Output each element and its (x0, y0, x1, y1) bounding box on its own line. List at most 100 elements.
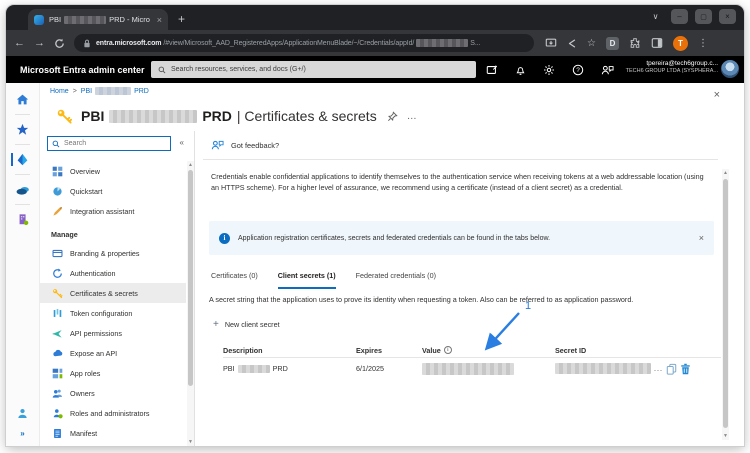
scroll-up-icon[interactable]: ▲ (722, 170, 729, 176)
sidebar-item-quickstart[interactable]: Quickstart (40, 181, 186, 201)
rail-entra-id-button[interactable] (6, 152, 39, 167)
page-title: PBI PRD | Certificates & secrets (81, 108, 377, 124)
scroll-down-icon[interactable]: ▼ (722, 433, 729, 439)
quickstart-icon (51, 186, 63, 197)
new-client-secret-button[interactable]: + New client secret (213, 319, 280, 330)
overview-icon (51, 166, 63, 177)
settings-gear-icon[interactable] (543, 64, 555, 76)
copy-icon[interactable] (666, 363, 677, 375)
banner-close-icon[interactable]: × (699, 233, 704, 243)
browser-tab[interactable]: PBI PRD - Micro × (28, 9, 168, 30)
account-tenant: TECH6 GROUP LTDA (SYSPHERA... (626, 68, 718, 75)
entra-favicon-icon (34, 15, 44, 25)
reload-icon[interactable] (54, 38, 65, 49)
breadcrumb-home-link[interactable]: Home (50, 88, 69, 95)
scrollbar-thumb[interactable] (723, 179, 728, 428)
back-icon[interactable]: ← (14, 38, 25, 49)
sidebar-item-manifest[interactable]: Manifest (40, 423, 186, 443)
blade-content: Got feedback? Credentials enable confide… (195, 131, 744, 446)
url-text: entra.microsoft.com/#view/Microsoft_AAD_… (96, 39, 480, 47)
global-search-input[interactable]: Search resources, services, and docs (G+… (151, 61, 476, 78)
sidebar-search-input[interactable]: Search (47, 136, 171, 151)
page-title-row: PBI PRD | Certificates & secrets … (50, 102, 744, 130)
breadcrumb-app-link[interactable]: PBI PRD (81, 87, 149, 95)
forward-icon[interactable]: → (34, 38, 45, 49)
sidebar-scrollbar[interactable]: ▲ ▼ (187, 161, 194, 446)
title-more-icon[interactable]: … (407, 111, 418, 122)
app-roles-icon (51, 368, 63, 379)
secrets-table: Description Expires Valuei Secret ID PBI… (223, 343, 721, 379)
got-feedback-button[interactable]: Got feedback? (211, 139, 279, 151)
portal-app-area: » Home > PBI PRD PBI PRD (6, 83, 744, 446)
client-secret-description: A secret string that the application use… (209, 295, 719, 304)
tab-client-secrets[interactable]: Client secrets (1) (278, 271, 336, 289)
roles-administrators-icon (51, 408, 63, 419)
sidebar-item-authentication[interactable]: Authentication (40, 263, 186, 283)
install-icon[interactable] (545, 37, 557, 49)
scroll-up-icon[interactable]: ▲ (187, 162, 194, 168)
help-icon[interactable]: ? (572, 64, 584, 76)
tab-federated-credentials[interactable]: Federated credentials (0) (356, 271, 436, 289)
browser-menu-icon[interactable]: ⋮ (698, 38, 708, 49)
bookmark-star-icon[interactable]: ☆ (587, 38, 596, 49)
sidebar-item-token-configuration[interactable]: Token configuration (40, 303, 186, 323)
minimize-button[interactable]: – (671, 9, 688, 24)
feedback-icon[interactable] (601, 64, 614, 76)
rail-home-button[interactable] (6, 92, 39, 107)
sidebar-item-api-permissions[interactable]: API permissions (40, 323, 186, 343)
expose-api-cloud-icon (51, 348, 63, 359)
copilot-icon[interactable] (486, 64, 498, 76)
info-icon: i (219, 233, 230, 244)
window-close-button[interactable]: × (719, 9, 736, 24)
sidebar-item-overview[interactable]: Overview (40, 161, 186, 181)
scroll-down-icon[interactable]: ▼ (187, 439, 194, 445)
maximize-button[interactable]: ▢ (695, 9, 712, 24)
sidebar-collapse-icon[interactable]: « (180, 138, 184, 147)
secret-description-cell: PBI PRD (223, 364, 356, 373)
app-menu-sidebar: Search « Overview Quickstart Integration… (40, 131, 195, 446)
sidebar-item-app-roles[interactable]: App roles (40, 363, 186, 383)
rail-b2c-button[interactable] (6, 212, 39, 227)
address-bar[interactable]: entra.microsoft.com/#view/Microsoft_AAD_… (74, 34, 534, 52)
sidebar-item-integration-assistant[interactable]: Integration assistant (40, 201, 186, 221)
sidebar-item-branding-properties[interactable]: Branding & properties (40, 243, 186, 263)
scrollbar-thumb[interactable] (188, 170, 193, 386)
sidebar-item-owners[interactable]: Owners (40, 383, 186, 403)
secret-value-cell (422, 363, 555, 375)
entra-brand[interactable]: Microsoft Entra admin center (20, 65, 145, 75)
blade-close-icon[interactable]: × (714, 89, 720, 101)
api-permissions-icon (51, 328, 63, 339)
share-icon[interactable] (567, 38, 577, 49)
sidebar-item-expose-api[interactable]: Expose an API (40, 343, 186, 363)
browser-tab-strip: PBI PRD - Micro × + ∨ – ▢ × (6, 5, 744, 30)
rail-expand-icon[interactable]: » (20, 429, 24, 438)
browser-profile-avatar[interactable]: T (673, 36, 688, 51)
value-info-icon[interactable]: i (444, 346, 452, 354)
breadcrumb-separator: > (73, 88, 77, 95)
tab-certificates[interactable]: Certificates (0) (211, 271, 258, 289)
extension-d-icon[interactable]: D (606, 37, 619, 50)
extensions-puzzle-icon[interactable] (629, 37, 641, 49)
redacted-title-text (109, 110, 197, 123)
rail-favorites-button[interactable] (6, 122, 39, 137)
redacted-tab-text (64, 16, 106, 24)
rail-cloud-button[interactable] (6, 182, 39, 197)
sidebar-item-roles-administrators[interactable]: Roles and administrators (40, 403, 186, 423)
window-menu-icon[interactable]: ∨ (647, 9, 664, 24)
col-value: Valuei (422, 346, 555, 355)
tab-close-icon[interactable]: × (157, 15, 162, 25)
side-panel-icon[interactable] (651, 37, 663, 49)
notifications-bell-icon[interactable] (515, 64, 526, 76)
delete-trash-icon[interactable] (680, 363, 691, 375)
account-avatar[interactable] (721, 60, 739, 78)
content-scrollbar[interactable]: ▲ ▼ (722, 169, 729, 440)
account-info[interactable]: tpereira@tech6group.c... TECH6 GROUP LTD… (626, 60, 718, 75)
rail-divider (15, 114, 30, 115)
secret-row[interactable]: PBI PRD 6/1/2025 ... (223, 358, 721, 379)
secret-expires-cell: 6/1/2025 (356, 364, 422, 373)
sidebar-item-certificates-secrets[interactable]: Certificates & secrets (40, 283, 186, 303)
new-tab-button[interactable]: + (178, 10, 185, 28)
pin-icon[interactable] (387, 111, 398, 122)
rail-selected-indicator (11, 153, 13, 166)
rail-user-icon[interactable] (16, 407, 29, 420)
